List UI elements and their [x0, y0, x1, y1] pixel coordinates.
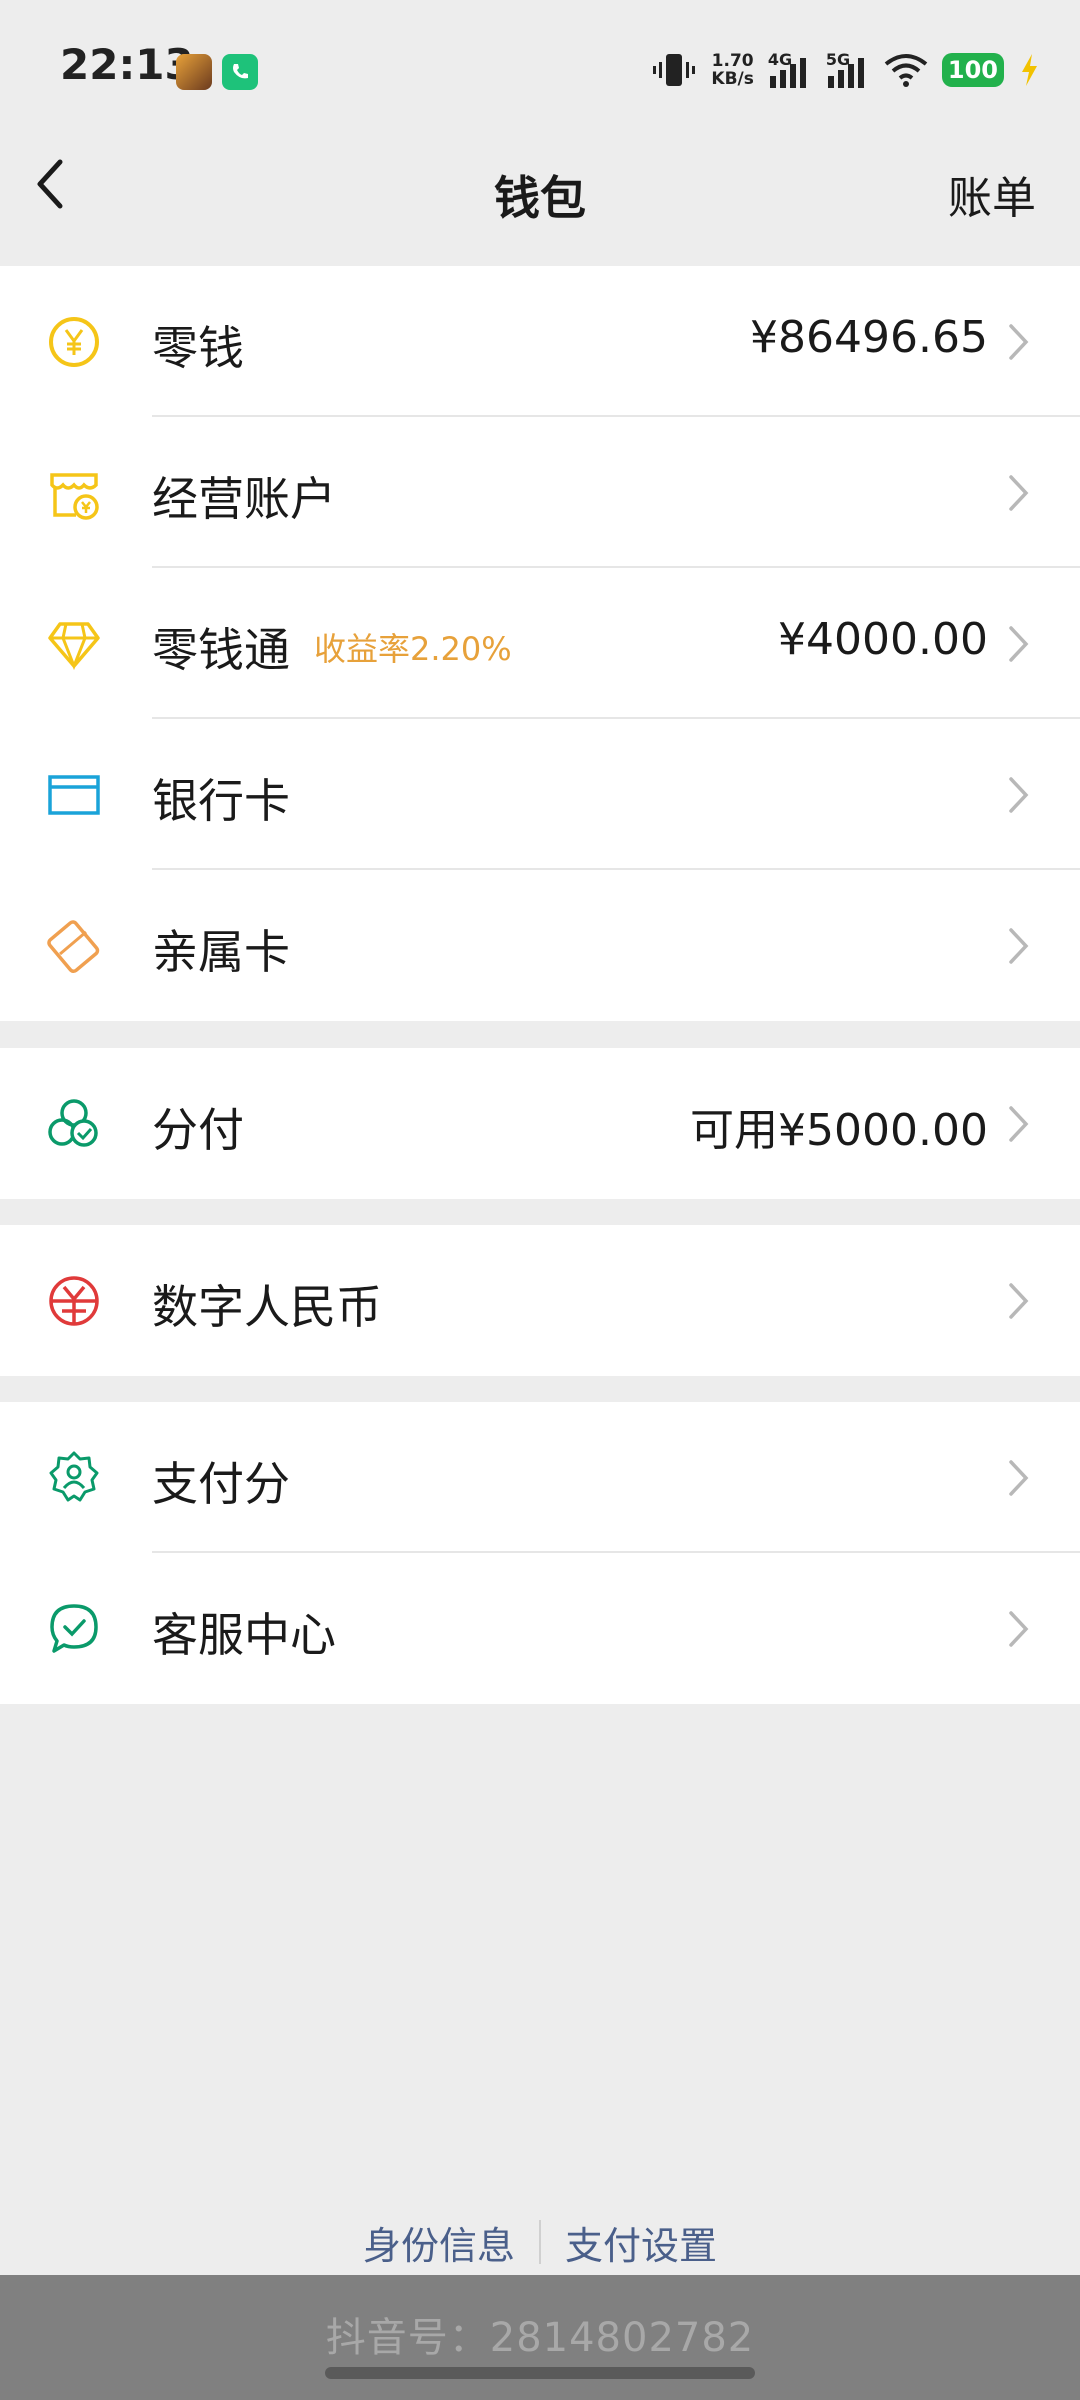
row-pay-score[interactable]: 支付分 [0, 1402, 1080, 1553]
chevron-right-icon [1009, 777, 1029, 813]
charging-icon [1022, 54, 1037, 86]
row-fenfu[interactable]: 分付 可用¥5000.00 [0, 1048, 1080, 1199]
row-fenfu-label: 分付 [152, 1103, 244, 1157]
row-family-card[interactable]: 亲属卡 [0, 870, 1080, 1021]
wallet-section-service: 支付分 客服中心 [0, 1402, 1080, 1704]
phone-app-icon [222, 54, 258, 90]
chevron-right-icon [1009, 1283, 1029, 1319]
yuan-coin-icon [49, 317, 99, 367]
yield-rate: 收益率2.20% [314, 630, 512, 668]
row-service-label: 客服中心 [152, 1608, 336, 1662]
card-icon [48, 775, 100, 815]
signal-5g: 5G [826, 50, 870, 90]
wifi-icon [884, 54, 928, 87]
chevron-right-icon [1009, 1106, 1029, 1142]
family-card-icon [47, 920, 100, 974]
ecny-icon [49, 1276, 99, 1326]
row-bank-card[interactable]: 银行卡 [0, 719, 1080, 870]
payment-settings-link[interactable]: 支付设置 [565, 2215, 717, 2270]
row-lingqiantong[interactable]: 零钱通 收益率2.20% ¥4000.00 [0, 568, 1080, 719]
wallet-section-credit: 分付 可用¥5000.00 [0, 1048, 1080, 1199]
system-nav-bar: 抖音号：2814802782 [0, 2275, 1080, 2400]
chevron-right-icon [1009, 324, 1029, 360]
row-business-account[interactable]: 经营账户 [0, 417, 1080, 568]
row-lqt-label: 零钱通 [152, 623, 290, 677]
page-title: 钱包 [494, 171, 586, 225]
footer-separator [539, 2220, 541, 2264]
row-ecny-label: 数字人民币 [152, 1280, 382, 1334]
fenfu-icon [48, 1099, 98, 1147]
signal-4g: 4G [768, 50, 812, 90]
chevron-right-icon [1009, 928, 1029, 964]
status-right: 1.70 KB/s 4G 5G 100 [651, 48, 1040, 92]
home-indicator[interactable] [325, 2367, 755, 2379]
shop-icon [50, 473, 99, 520]
wallet-section-ecny: 数字人民币 [0, 1225, 1080, 1376]
wallet-section-main: 零钱 ¥86496.65 经营账户 零钱通 收益率2.20% ¥4000.00 … [0, 266, 1080, 1021]
row-change[interactable]: 零钱 ¥86496.65 [0, 266, 1080, 417]
battery-level: 100 [941, 53, 1004, 87]
row-change-label: 零钱 [152, 321, 244, 375]
row-digital-rmb[interactable]: 数字人民币 [0, 1225, 1080, 1376]
identity-info-link[interactable]: 身份信息 [363, 2215, 515, 2270]
chevron-right-icon [1009, 1611, 1029, 1647]
row-customer-service[interactable]: 客服中心 [0, 1553, 1080, 1704]
status-bar: 22:13 1.70 KB/s 4G 5G 100 [0, 0, 1080, 140]
chevron-right-icon [1009, 1460, 1029, 1496]
lqt-balance: ¥4000.00 [778, 614, 988, 665]
nav-bar: 钱包 账单 [0, 140, 1080, 265]
row-bankcard-label: 银行卡 [152, 774, 290, 828]
score-badge-icon [49, 1451, 99, 1502]
bill-link[interactable]: 账单 [948, 162, 1036, 226]
change-balance: ¥86496.65 [750, 312, 988, 363]
row-business-label: 经营账户 [152, 472, 336, 526]
chevron-right-icon [1009, 626, 1029, 662]
row-family-label: 亲属卡 [152, 925, 290, 979]
footer-links: 身份信息 支付设置 [0, 2212, 1080, 2272]
row-score-label: 支付分 [152, 1457, 290, 1511]
status-time: 22:13 [60, 40, 194, 89]
service-chat-icon [50, 1604, 98, 1653]
fenfu-available: 可用¥5000.00 [690, 1105, 988, 1156]
chevron-right-icon [1009, 475, 1029, 511]
diamond-icon [48, 622, 100, 671]
game-app-icon [176, 54, 212, 90]
vibrate-icon [653, 54, 696, 86]
watermark-text: 抖音号：2814802782 [325, 2315, 755, 2361]
net-speed: 1.70 KB/s [711, 51, 754, 89]
